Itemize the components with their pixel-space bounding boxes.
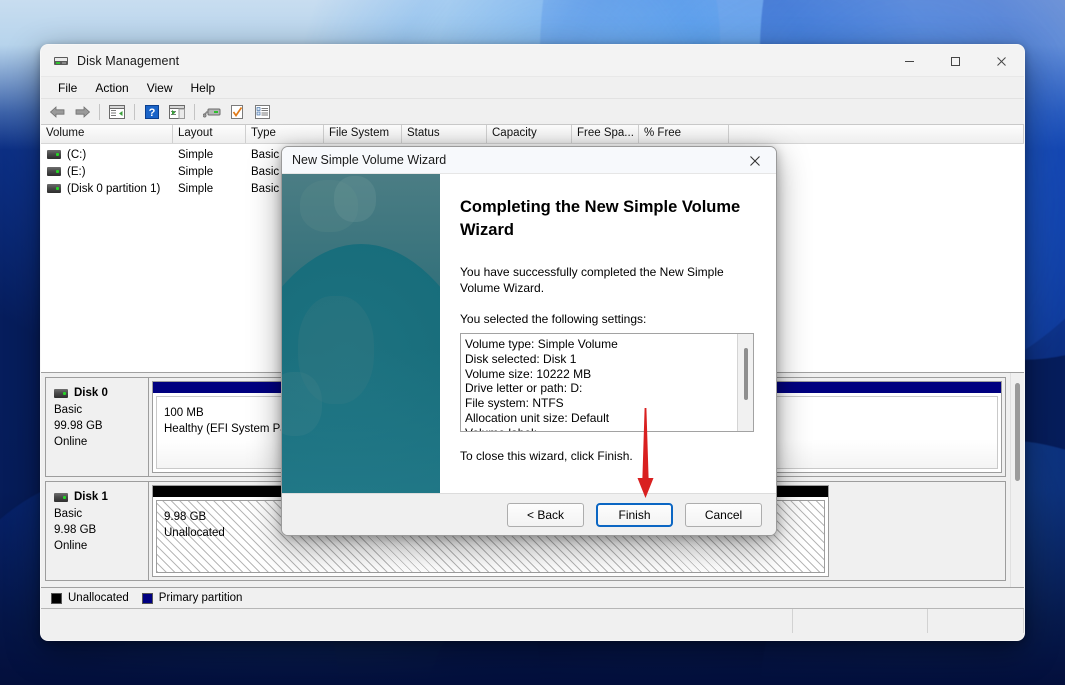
- help-icon[interactable]: ?: [140, 101, 164, 123]
- scrollbar-thumb[interactable]: [744, 348, 748, 400]
- new-simple-volume-wizard-dialog: New Simple Volume Wizard Completing the …: [281, 146, 777, 536]
- settings-line: Allocation unit size: Default: [465, 411, 753, 426]
- volume-list-header: Volume Layout Type File System Status Ca…: [41, 125, 1024, 144]
- settings-scrollbar[interactable]: [737, 334, 753, 431]
- forward-icon[interactable]: [70, 101, 94, 123]
- statusbar-cell-3: [928, 609, 1024, 633]
- statusbar-cell-main: [41, 609, 793, 633]
- disk-management-icon: [53, 53, 69, 69]
- rescan-disks-icon[interactable]: [200, 101, 224, 123]
- cell-layout: Simple: [173, 166, 246, 178]
- window-title: Disk Management: [77, 54, 179, 68]
- drive-icon: [47, 167, 61, 176]
- disk-type: Basic: [54, 506, 140, 522]
- menu-view[interactable]: View: [138, 79, 182, 97]
- show-hide-console-tree-icon[interactable]: [105, 101, 129, 123]
- back-button[interactable]: < Back: [507, 503, 584, 527]
- toolbar-separator: [194, 104, 195, 120]
- settings-line: File system: NTFS: [465, 396, 753, 411]
- cell-volume: (E:): [67, 166, 86, 178]
- wizard-settings-listbox[interactable]: Volume type: Simple Volume Disk selected…: [460, 333, 754, 432]
- svg-text:?: ?: [149, 107, 156, 119]
- wizard-heading: Completing the New Simple Volume Wizard: [460, 196, 750, 242]
- legend-swatch: [51, 593, 62, 604]
- banner-glow: [282, 349, 440, 493]
- wizard-banner-image: [282, 174, 440, 493]
- settings-line: Volume label:: [465, 426, 753, 432]
- wizard-content: Completing the New Simple Volume Wizard …: [440, 174, 776, 493]
- column-header-type[interactable]: Type: [246, 125, 324, 143]
- show-action-pane-icon[interactable]: [165, 101, 189, 123]
- wizard-title: New Simple Volume Wizard: [292, 153, 446, 167]
- legend-swatch: [142, 593, 153, 604]
- settings-line: Volume type: Simple Volume: [465, 337, 753, 352]
- column-header-status[interactable]: Status: [402, 125, 487, 143]
- disk-name: Disk 1: [74, 489, 108, 505]
- scrollbar-thumb[interactable]: [1015, 383, 1020, 481]
- statusbar: [41, 609, 1024, 633]
- menu-file[interactable]: File: [49, 79, 86, 97]
- finish-button[interactable]: Finish: [596, 503, 673, 527]
- column-header-filler: [729, 125, 1024, 143]
- statusbar-cell-2: [793, 609, 928, 633]
- menubar: File Action View Help: [41, 77, 1024, 99]
- disk-status: Online: [54, 538, 140, 554]
- legend-item-unallocated: Unallocated: [51, 592, 129, 604]
- menu-action[interactable]: Action: [86, 79, 137, 97]
- settings-line: Volume size: 10222 MB: [465, 367, 753, 382]
- check-icon[interactable]: [225, 101, 249, 123]
- disk-status: Online: [54, 434, 140, 450]
- minimize-button[interactable]: [886, 45, 932, 77]
- disk-size: 9.98 GB: [54, 522, 140, 538]
- disk-info-disk1[interactable]: Disk 1 Basic 9.98 GB Online: [45, 481, 149, 581]
- window-titlebar[interactable]: Disk Management: [41, 45, 1024, 77]
- toolbar-separator: [134, 104, 135, 120]
- wizard-footer: < Back Finish Cancel: [282, 493, 776, 536]
- legend-label: Primary partition: [159, 592, 243, 604]
- legend: Unallocated Primary partition: [41, 588, 1024, 609]
- wizard-intro-text: You have successfully completed the New …: [460, 264, 752, 296]
- disk-type: Basic: [54, 402, 140, 418]
- wizard-titlebar[interactable]: New Simple Volume Wizard: [282, 147, 776, 174]
- wizard-close-button[interactable]: [734, 147, 776, 174]
- banner-landmass: [334, 176, 376, 222]
- window-controls: [886, 45, 1024, 77]
- disk-name: Disk 0: [74, 385, 108, 401]
- toolbar-separator: [99, 104, 100, 120]
- menu-help[interactable]: Help: [182, 79, 225, 97]
- wizard-settings-label: You selected the following settings:: [460, 311, 752, 327]
- cell-layout: Simple: [173, 183, 246, 195]
- legend-item-primary-partition: Primary partition: [142, 592, 243, 604]
- properties-icon[interactable]: [250, 101, 274, 123]
- drive-icon: [47, 150, 61, 159]
- cancel-button[interactable]: Cancel: [685, 503, 762, 527]
- disk-icon: [54, 493, 68, 502]
- cell-volume: (Disk 0 partition 1): [67, 183, 160, 195]
- drive-icon: [47, 184, 61, 193]
- close-button[interactable]: [978, 45, 1024, 77]
- disk-info-disk0[interactable]: Disk 0 Basic 99.98 GB Online: [45, 377, 149, 477]
- column-header-free-space[interactable]: Free Spa...: [572, 125, 639, 143]
- settings-line: Disk selected: Disk 1: [465, 352, 753, 367]
- maximize-button[interactable]: [932, 45, 978, 77]
- disk-icon: [54, 389, 68, 398]
- legend-label: Unallocated: [68, 592, 129, 604]
- column-header-capacity[interactable]: Capacity: [487, 125, 572, 143]
- toolbar: ?: [41, 99, 1024, 125]
- wizard-body: Completing the New Simple Volume Wizard …: [282, 174, 776, 493]
- cell-volume: (C:): [67, 149, 86, 161]
- settings-line: Drive letter or path: D:: [465, 381, 753, 396]
- column-header-file-system[interactable]: File System: [324, 125, 402, 143]
- wizard-closing-text: To close this wizard, click Finish.: [460, 448, 752, 464]
- column-header-percent-free[interactable]: % Free: [639, 125, 729, 143]
- back-icon[interactable]: [45, 101, 69, 123]
- cell-layout: Simple: [173, 149, 246, 161]
- disk-pane-scrollbar[interactable]: [1010, 373, 1024, 587]
- column-header-volume[interactable]: Volume: [41, 125, 173, 143]
- disk-size: 99.98 GB: [54, 418, 140, 434]
- column-header-layout[interactable]: Layout: [173, 125, 246, 143]
